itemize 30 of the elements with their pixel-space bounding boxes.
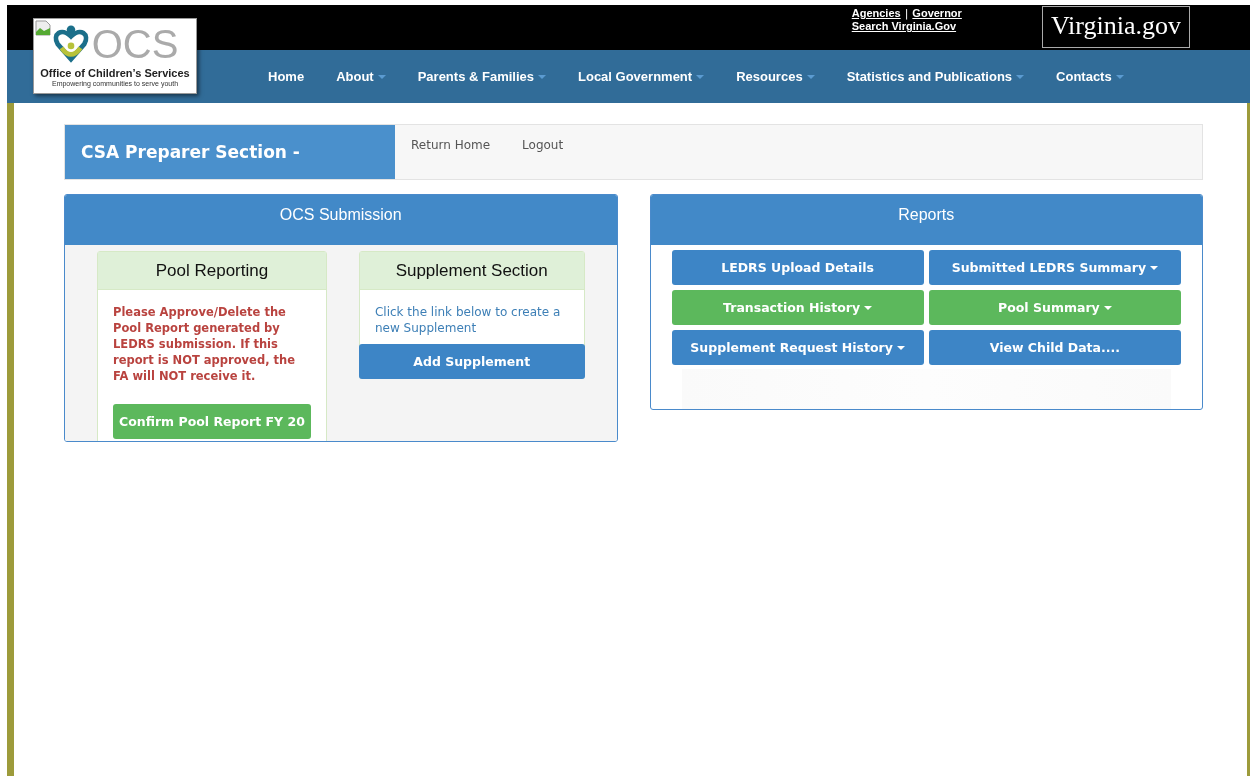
nav-item[interactable]: Resources bbox=[720, 69, 831, 84]
panel-title: Reports bbox=[650, 195, 1202, 245]
state-logo[interactable]: Virginia.gov bbox=[1041, 6, 1190, 48]
card-button[interactable]: Add Supplement bbox=[358, 344, 585, 379]
section-link[interactable]: Logout bbox=[522, 138, 564, 152]
report-button[interactable]: View Child Data.... bbox=[928, 330, 1181, 365]
card-text: Please Approve/Delete the Pool Report generated by LEDRS submission. If this report is NOT approved, the FA will NOT receive it. bbox=[113, 304, 296, 384]
nav-item[interactable]: About bbox=[320, 69, 402, 84]
logo-name: Office of Children’s Services bbox=[40, 67, 190, 79]
report-button[interactable]: Supplement Request History bbox=[671, 330, 924, 365]
report-button[interactable]: LEDRS Upload Details bbox=[671, 250, 924, 285]
top-link[interactable]: Search Virginia.Gov bbox=[851, 20, 962, 33]
nav-item[interactable]: Local Government bbox=[562, 69, 721, 84]
heart-figures-icon bbox=[51, 25, 90, 63]
report-button[interactable]: Submitted LEDRS Summary bbox=[928, 250, 1181, 285]
section-link[interactable]: Return Home bbox=[411, 138, 491, 152]
card-text: Click the link below to create a new Supplement bbox=[374, 304, 562, 336]
logo-mark: OCS bbox=[91, 24, 179, 64]
top-link[interactable]: Agencies bbox=[851, 7, 901, 20]
nav-item[interactable]: Statistics and Publications bbox=[830, 69, 1041, 84]
broken-image-icon bbox=[35, 20, 51, 36]
section-title: CSA Preparer Section - bbox=[65, 125, 395, 179]
card-title: Supplement Section bbox=[359, 252, 584, 290]
nav-item[interactable]: Home bbox=[268, 69, 321, 84]
nav-item[interactable]: Contacts bbox=[1040, 69, 1140, 84]
panel-title: OCS Submission bbox=[65, 195, 617, 245]
nav-item[interactable]: Parents & Families bbox=[401, 69, 562, 84]
top-link[interactable]: Governor bbox=[912, 7, 962, 20]
card-title: Pool Reporting bbox=[98, 252, 326, 290]
link-separator: | bbox=[904, 7, 909, 20]
